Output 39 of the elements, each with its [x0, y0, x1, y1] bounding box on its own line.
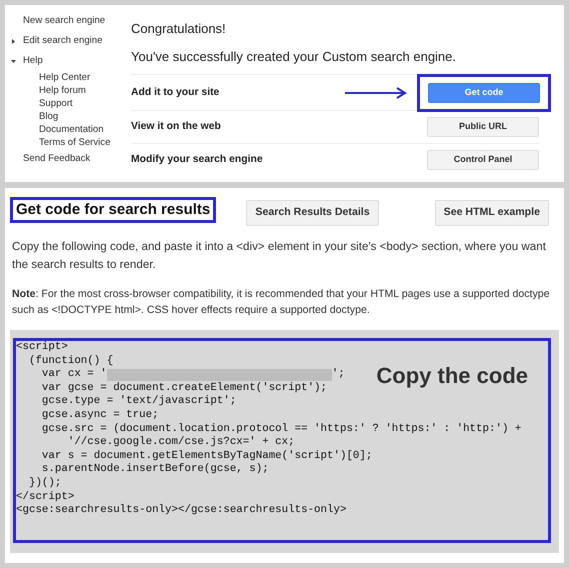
code-line: ';: [332, 368, 345, 382]
action-button[interactable]: Search Results Details: [246, 200, 379, 226]
row-label: View it on the web: [131, 120, 221, 134]
sidebar-link[interactable]: New search engine: [23, 14, 106, 28]
sidebar-sublink[interactable]: Blog: [39, 110, 123, 123]
action-button[interactable]: See HTML example: [434, 200, 549, 226]
code-line: })();: [28, 476, 62, 491]
expand-caret-icon[interactable]: [11, 38, 16, 44]
collapse-caret-icon[interactable]: [11, 58, 16, 64]
sidebar-sublink[interactable]: Terms of Service: [39, 136, 123, 149]
code-line: '//cse.google.com/cse.js?cx=' + cx;: [66, 436, 295, 450]
success-message: You've successfully created your Custom search engine.: [131, 48, 456, 66]
sidebar-sublink[interactable]: Support: [39, 97, 123, 110]
code-line: </script>: [16, 490, 74, 504]
page-heading: Congratulations!: [131, 20, 226, 38]
action-button[interactable]: Control Panel: [427, 150, 539, 170]
section-title: Get code for search results: [10, 197, 216, 223]
code-line: gcse.async = true;: [40, 408, 159, 423]
sidebar-sublink[interactable]: Documentation: [39, 123, 123, 136]
code-line: var cx = ': [40, 368, 107, 382]
code-line: var s = document.getElementsByTagName('script')[0];: [40, 450, 372, 463]
instruction-text: Copy the following code, and paste it into a <div> element in your site's <body> section, where you want the search results to render.: [12, 239, 547, 273]
row-label: Modify your search engine: [131, 153, 263, 168]
sidebar-sublink[interactable]: Help Center: [39, 71, 123, 84]
action-button[interactable]: Public URL: [427, 117, 539, 137]
code-line: (function() {: [28, 354, 114, 368]
code-line: gcse.type = 'text/javascript';: [40, 395, 236, 409]
code-line: s.parentNode.insertBefore(gcse, s);: [40, 463, 269, 477]
code-line: gcse.src = (document.location.protocol == 'https:' ? 'https:' : 'http:') +: [40, 422, 522, 436]
sidebar-link[interactable]: Help: [23, 54, 43, 68]
sidebar-link[interactable]: Edit search engine: [23, 34, 102, 48]
note-text: Note: For the most cross-browser compatibility, it is recommended that your HTML pages use a supported doctype such as <!DOCTYPE html>. CSS hover effects require a supported doctype.: [12, 287, 551, 318]
code-line: var gcse = document.createElement('script');: [40, 382, 328, 395]
row-label: Add it to your site: [131, 86, 220, 100]
sidebar-link[interactable]: Send Feedback: [23, 152, 90, 166]
callout-text: Copy the code: [376, 362, 528, 390]
code-line: <gcse:searchresults-only></gcse:searchresults-only>: [16, 504, 346, 518]
sidebar-sublink[interactable]: Help forum: [39, 84, 123, 97]
code-line: <script>: [16, 341, 68, 355]
